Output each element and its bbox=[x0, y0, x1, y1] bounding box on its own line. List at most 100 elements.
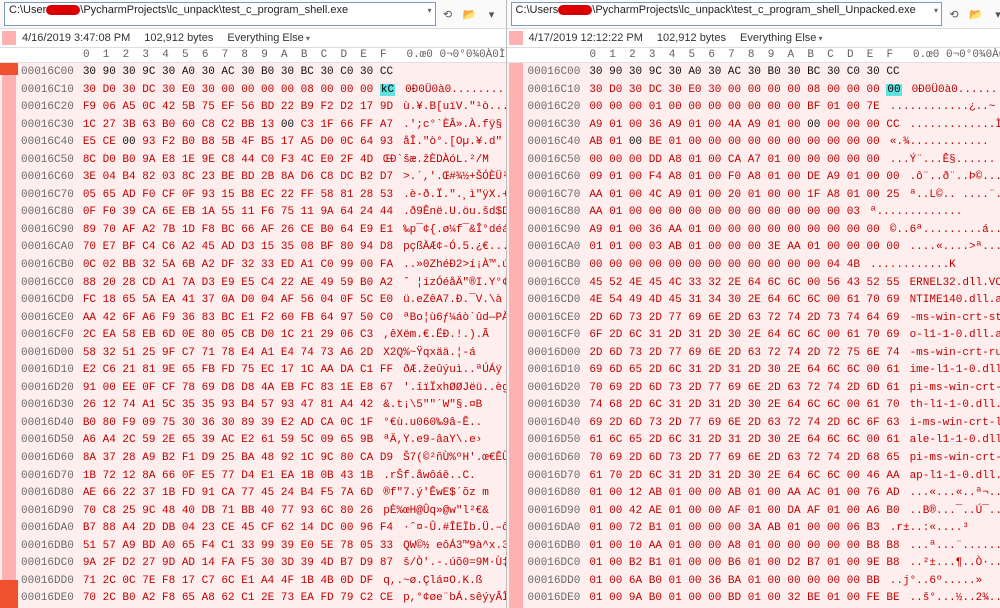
hex-row: 00016C40AB 01 00 BE 01 00 00 00 00 00 00… bbox=[528, 134, 1000, 152]
diff-marker bbox=[2, 31, 16, 45]
left-status: 4/16/2019 3:47:08 PM 102,912 bytes Every… bbox=[0, 29, 506, 48]
left-hex-header: 0 1 2 3 4 5 6 7 8 9 A B C D E F 0.œ0 0¬0… bbox=[0, 48, 506, 63]
more-icon[interactable]: ▾ bbox=[988, 4, 1000, 24]
hex-row: 00016C603E 04 B4 82 03 8C 23 BE BD 2B 8A… bbox=[21, 169, 506, 187]
filter-dropdown[interactable]: Everything Else▾ bbox=[227, 32, 309, 44]
dropdown-arrow-icon[interactable]: ▾ bbox=[427, 6, 431, 15]
left-hex-dump[interactable]: 00016C0030 90 30 9C 30 A0 30 AC 30 B0 30… bbox=[0, 63, 506, 608]
right-status: 4/17/2019 12:12:22 PM 102,912 bytes Ever… bbox=[507, 29, 1000, 48]
hex-row: 00016D8001 00 12 AB 01 00 00 AB 01 00 AA… bbox=[528, 485, 1000, 503]
hex-row: 00016D50A6 A4 2C 59 2E 65 39 AC E2 61 59… bbox=[21, 432, 506, 450]
compare-view: C:\User \PycharmProjects\lc_unpack\test_c… bbox=[0, 0, 1000, 608]
hex-row: 00016CA001 01 00 03 AB 01 00 00 00 3E AA… bbox=[528, 239, 1000, 257]
hex-row: 00016DC09A 2F D2 27 9D AD 14 FA F5 30 3D… bbox=[21, 555, 506, 573]
hex-row: 00016C7005 65 AD F0 CF 0F 93 15 B8 EC 22… bbox=[21, 187, 506, 205]
hex-row: 00016CE0AA 42 6F A6 F9 36 83 BC E1 F2 60… bbox=[21, 310, 506, 328]
hex-row: 00016DD001 00 6A B0 01 00 36 BA 01 00 00… bbox=[528, 573, 1000, 591]
right-path-input[interactable]: C:\Users \PycharmProjects\lc_unpack\test_… bbox=[511, 2, 943, 26]
hex-row: 00016C508C D0 B0 9A E8 1E 9E C8 44 C0 F3… bbox=[21, 152, 506, 170]
hex-row: 00016CA070 E7 BF C4 C6 A2 45 AD D3 15 35… bbox=[21, 239, 506, 257]
hex-row: 00016D6070 69 2D 6D 73 2D 77 69 6E 2D 63… bbox=[528, 450, 1000, 468]
path-prefix: C:\User bbox=[9, 4, 46, 16]
filesize: 102,912 bytes bbox=[144, 32, 213, 44]
hex-row: 00016D40B0 80 F9 09 75 30 36 30 89 39 E2… bbox=[21, 415, 506, 433]
hex-row: 00016D2070 69 2D 6D 73 2D 77 69 6E 2D 63… bbox=[528, 380, 1000, 398]
hex-row: 00016DE070 2C B0 A2 F8 65 A8 62 C1 2E 73… bbox=[21, 590, 506, 608]
hex-row: 00016C1030 D0 30 DC 30 E0 30 00 00 00 00… bbox=[21, 82, 506, 100]
timestamp: 4/16/2019 3:47:08 PM bbox=[22, 32, 130, 44]
hex-row: 00016D1069 6D 65 2D 6C 31 2D 31 2D 30 2E… bbox=[528, 362, 1000, 380]
path-suffix: \PycharmProjects\lc_unpack\test_c_progra… bbox=[80, 4, 348, 16]
hex-row: 00016D0058 32 51 25 9F C7 71 78 E4 A1 E4… bbox=[21, 345, 506, 363]
scroll-marker bbox=[0, 580, 18, 608]
hex-row: 00016CE02D 6D 73 2D 77 69 6E 2D 63 72 74… bbox=[528, 310, 1000, 328]
hex-row: 00016D9070 C8 25 9C 48 40 DB 71 BB 40 77… bbox=[21, 503, 506, 521]
redaction bbox=[558, 5, 592, 15]
hex-row: 00016D2091 00 EE 0F CF 78 69 D8 D8 4A EB… bbox=[21, 380, 506, 398]
hex-row: 00016C70AA 01 00 4C A9 01 00 20 01 00 00… bbox=[528, 187, 1000, 205]
hex-row: 00016C80AA 01 00 00 00 00 00 00 00 00 00… bbox=[528, 204, 1000, 222]
hex-row: 00016C90A9 01 00 36 AA 01 00 00 00 00 00… bbox=[528, 222, 1000, 240]
right-toolbar: C:\Users \PycharmProjects\lc_unpack\test_… bbox=[507, 0, 1000, 29]
hex-row: 00016C1030 D0 30 DC 30 E0 30 00 00 00 00… bbox=[528, 82, 1000, 100]
filesize: 102,912 bytes bbox=[657, 32, 726, 44]
hex-row: 00016C6009 01 00 F4 A8 01 00 F0 A8 01 00… bbox=[528, 169, 1000, 187]
more-icon[interactable]: ▾ bbox=[482, 4, 502, 24]
path-wrap: C:\Users \PycharmProjects\lc_unpack\test_… bbox=[511, 2, 943, 26]
hex-row: 00016C0030 90 30 9C 30 A0 30 AC 30 B0 30… bbox=[21, 64, 506, 82]
timestamp: 4/17/2019 12:12:22 PM bbox=[529, 32, 643, 44]
open-folder-icon[interactable]: 📂 bbox=[460, 4, 480, 24]
hex-row: 00016DD071 2C 0C 7E F8 17 C7 6C E1 A4 4F… bbox=[21, 573, 506, 591]
hex-row: 00016C40E5 CE 00 93 F2 B0 B8 5B 4F B5 17… bbox=[21, 134, 506, 152]
filter-dropdown[interactable]: Everything Else▾ bbox=[740, 32, 822, 44]
hex-row: 00016D701B 72 12 8A 66 0F E5 77 D4 E1 EA… bbox=[21, 468, 506, 486]
dropdown-arrow-icon[interactable]: ▾ bbox=[934, 6, 938, 15]
hex-row: 00016CD0FC 18 65 5A EA 41 37 0A D0 04 AF… bbox=[21, 292, 506, 310]
hex-row: 00016D80AE 66 22 37 1B FD 91 CA 77 45 24… bbox=[21, 485, 506, 503]
hex-row: 00016D3026 12 74 A1 5C 35 35 93 B4 57 93… bbox=[21, 397, 506, 415]
hex-row: 00016DE001 00 9A B0 01 00 00 BD 01 00 32… bbox=[528, 590, 1000, 608]
hex-row: 00016D7061 70 2D 6C 31 2D 31 2D 30 2E 64… bbox=[528, 468, 1000, 486]
hex-row: 00016CF02C EA 58 EB 6D 0E 80 05 CB D0 1C… bbox=[21, 327, 506, 345]
hex-row: 00016C800F F0 39 CA 6E EB 1A 55 11 F6 75… bbox=[21, 204, 506, 222]
path-prefix: C:\Users bbox=[516, 4, 559, 16]
hex-row: 00016CF06F 2D 6C 31 2D 31 2D 30 2E 64 6C… bbox=[528, 327, 1000, 345]
hex-row: 00016CD04E 54 49 4D 45 31 34 30 2E 64 6C… bbox=[528, 292, 1000, 310]
hex-row: 00016C9089 70 AF A2 7B 1D F8 BC 66 AF 26… bbox=[21, 222, 506, 240]
history-icon[interactable]: ⟲ bbox=[438, 4, 458, 24]
left-toolbar: C:\User \PycharmProjects\lc_unpack\test_c… bbox=[0, 0, 506, 29]
hex-row: 00016DA001 00 72 B1 01 00 00 00 3A AB 01… bbox=[528, 520, 1000, 538]
hex-row: 00016D4069 2D 6D 73 2D 77 69 6E 2D 63 72… bbox=[528, 415, 1000, 433]
left-pane: C:\User \PycharmProjects\lc_unpack\test_c… bbox=[0, 0, 507, 608]
hex-row: 00016D608A 37 28 A9 B2 F1 D9 25 BA 48 92… bbox=[21, 450, 506, 468]
redaction bbox=[46, 5, 80, 15]
hex-rows: 00016C0030 90 30 9C 30 A0 30 AC 30 B0 30… bbox=[528, 64, 1000, 608]
scroll-marker bbox=[0, 63, 18, 75]
hex-row: 00016D3074 68 2D 6C 31 2D 31 2D 30 2E 64… bbox=[528, 397, 1000, 415]
path-wrap: C:\User \PycharmProjects\lc_unpack\test_c… bbox=[4, 2, 436, 26]
hex-row: 00016CB00C 02 BB 32 5A 6B A2 DF 32 33 ED… bbox=[21, 257, 506, 275]
diff-gutter bbox=[509, 63, 523, 608]
open-folder-icon[interactable]: 📂 bbox=[966, 4, 986, 24]
hex-row: 00016DB001 00 10 AA 01 00 00 A8 01 00 00… bbox=[528, 538, 1000, 556]
diff-marker bbox=[509, 31, 523, 45]
hex-row: 00016D5061 6C 65 2D 6C 31 2D 31 2D 30 2E… bbox=[528, 432, 1000, 450]
right-pane: C:\Users \PycharmProjects\lc_unpack\test_… bbox=[507, 0, 1000, 608]
hex-row: 00016C30A9 01 00 36 A9 01 00 4A A9 01 00… bbox=[528, 117, 1000, 135]
left-path-input[interactable]: C:\User \PycharmProjects\lc_unpack\test_c… bbox=[4, 2, 436, 26]
hex-row: 00016C0030 90 30 9C 30 A0 30 AC 30 B0 30… bbox=[528, 64, 1000, 82]
hex-row: 00016D10E2 C6 21 81 9E 65 FB FD 75 EC 17… bbox=[21, 362, 506, 380]
history-icon[interactable]: ⟲ bbox=[944, 4, 964, 24]
hex-row: 00016D9001 00 42 AE 01 00 00 AF 01 00 DA… bbox=[528, 503, 1000, 521]
diff-gutter bbox=[2, 63, 16, 608]
hex-row: 00016C2000 00 00 01 00 00 00 00 00 00 00… bbox=[528, 99, 1000, 117]
right-hex-header: 0 1 2 3 4 5 6 7 8 9 A B C D E F 0.œ0 0¬0… bbox=[507, 48, 1000, 63]
hex-row: 00016C5000 00 00 DD A8 01 00 CA A7 01 00… bbox=[528, 152, 1000, 170]
hex-row: 00016DB051 57 A9 BD A0 65 F4 C1 33 99 39… bbox=[21, 538, 506, 556]
path-suffix: \PycharmProjects\lc_unpack\test_c_progra… bbox=[592, 4, 915, 16]
hex-row: 00016C301C 27 3B 63 B0 60 C8 C2 BB 13 00… bbox=[21, 117, 506, 135]
right-hex-dump[interactable]: 00016C0030 90 30 9C 30 A0 30 AC 30 B0 30… bbox=[507, 63, 1000, 608]
hex-row: 00016CB000 00 00 00 00 00 00 00 00 00 00… bbox=[528, 257, 1000, 275]
hex-rows: 00016C0030 90 30 9C 30 A0 30 AC 30 B0 30… bbox=[21, 64, 506, 608]
hex-row: 00016CC088 20 28 CD A1 7A D3 E9 E5 C4 22… bbox=[21, 275, 506, 293]
